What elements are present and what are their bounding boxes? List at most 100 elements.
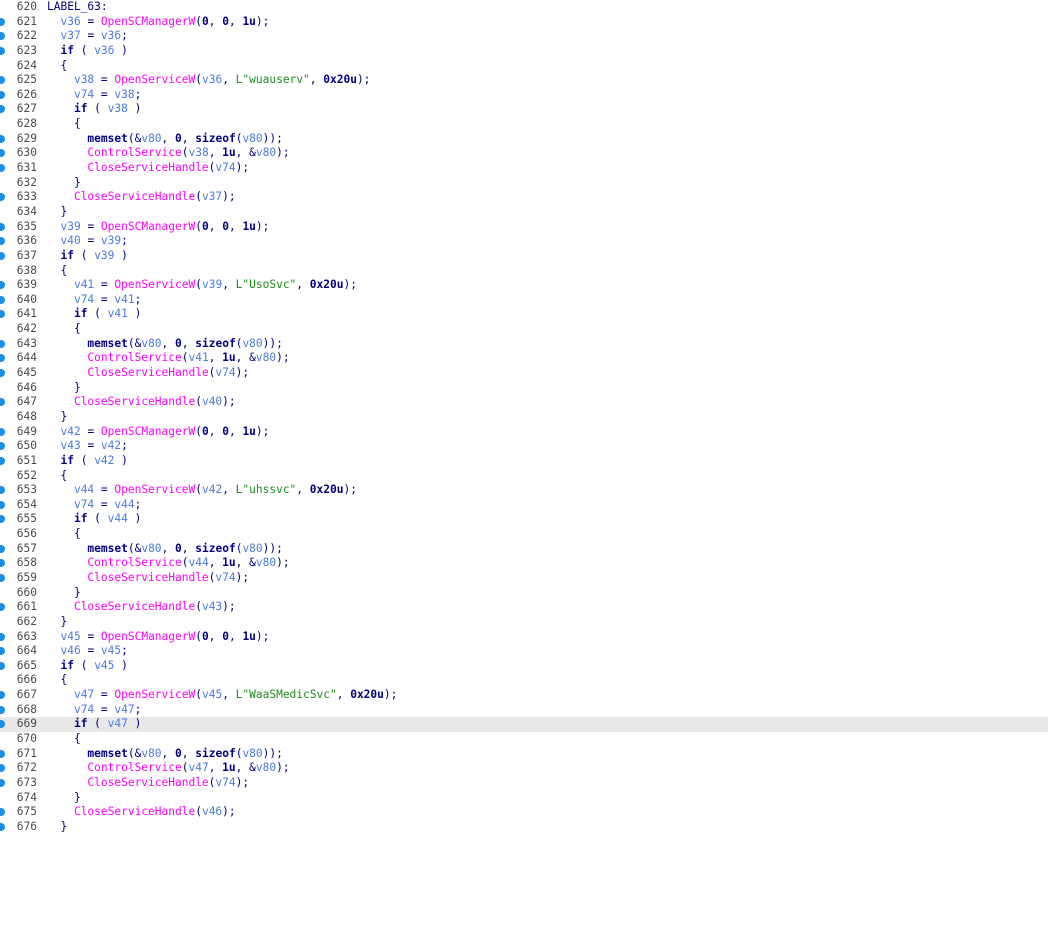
breakpoint-marker-icon[interactable]	[0, 442, 5, 451]
code-text[interactable]: {	[47, 59, 67, 74]
code-line[interactable]: 675 CloseServiceHandle(v46);	[0, 805, 1048, 820]
breakpoint-marker-icon[interactable]	[0, 105, 5, 114]
code-text[interactable]: {	[47, 264, 67, 279]
code-line[interactable]: 637 if ( v39 )	[0, 249, 1048, 264]
code-line[interactable]: 626 v74 = v38;	[0, 88, 1048, 103]
code-line[interactable]: 658 ControlService(v44, 1u, &v80);	[0, 556, 1048, 571]
code-line[interactable]: 634 }	[0, 205, 1048, 220]
breakpoint-marker-icon[interactable]	[0, 251, 5, 260]
code-line[interactable]: 663 v45 = OpenSCManagerW(0, 0, 1u);	[0, 630, 1048, 645]
code-line[interactable]: 651 if ( v42 )	[0, 454, 1048, 469]
code-text[interactable]: v36 = OpenSCManagerW(0, 0, 1u);	[47, 15, 269, 30]
breakpoint-marker-icon[interactable]	[0, 90, 5, 99]
code-text[interactable]: v37 = v36;	[47, 29, 127, 44]
code-text[interactable]: v45 = OpenSCManagerW(0, 0, 1u);	[47, 630, 269, 645]
code-line[interactable]: 633 CloseServiceHandle(v37);	[0, 190, 1048, 205]
code-text[interactable]: v42 = OpenSCManagerW(0, 0, 1u);	[47, 425, 269, 440]
code-line[interactable]: 623 if ( v36 )	[0, 44, 1048, 59]
code-line[interactable]: 654 v74 = v44;	[0, 498, 1048, 513]
code-text[interactable]: if ( v45 )	[47, 659, 127, 674]
code-line[interactable]: 676 }	[0, 820, 1048, 835]
code-text[interactable]: memset(&v80, 0, sizeof(v80));	[47, 337, 282, 352]
code-text[interactable]: v44 = OpenServiceW(v42, L"uhssvc", 0x20u…	[47, 483, 357, 498]
code-line[interactable]: 627 if ( v38 )	[0, 102, 1048, 117]
code-text[interactable]: if ( v47 )	[47, 717, 141, 732]
breakpoint-marker-icon[interactable]	[0, 369, 5, 378]
code-line[interactable]: 662 }	[0, 615, 1048, 630]
breakpoint-marker-icon[interactable]	[0, 295, 5, 304]
code-text[interactable]: {	[47, 322, 81, 337]
code-line[interactable]: 650 v43 = v42;	[0, 439, 1048, 454]
breakpoint-marker-icon[interactable]	[0, 544, 5, 553]
code-line[interactable]: 656 {	[0, 527, 1048, 542]
breakpoint-marker-icon[interactable]	[0, 164, 5, 173]
breakpoint-marker-icon[interactable]	[0, 456, 5, 465]
code-line[interactable]: 622 v37 = v36;	[0, 29, 1048, 44]
code-line[interactable]: 666 {	[0, 673, 1048, 688]
code-line[interactable]: 665 if ( v45 )	[0, 659, 1048, 674]
code-text[interactable]: {	[47, 469, 67, 484]
code-line[interactable]: 667 v47 = OpenServiceW(v45, L"WaaSMedicS…	[0, 688, 1048, 703]
code-text[interactable]: CloseServiceHandle(v46);	[47, 805, 236, 820]
breakpoint-marker-icon[interactable]	[0, 310, 5, 319]
code-line[interactable]: 648 }	[0, 410, 1048, 425]
breakpoint-marker-icon[interactable]	[0, 764, 5, 773]
breakpoint-marker-icon[interactable]	[0, 808, 5, 817]
code-line[interactable]: 621 v36 = OpenSCManagerW(0, 0, 1u);	[0, 15, 1048, 30]
code-line[interactable]: 660 }	[0, 586, 1048, 601]
code-line[interactable]: 628 {	[0, 117, 1048, 132]
code-line[interactable]: 640 v74 = v41;	[0, 293, 1048, 308]
breakpoint-marker-icon[interactable]	[0, 691, 5, 700]
breakpoint-marker-icon[interactable]	[0, 705, 5, 714]
breakpoint-marker-icon[interactable]	[0, 573, 5, 582]
breakpoint-marker-icon[interactable]	[0, 17, 5, 26]
code-line[interactable]: 629 memset(&v80, 0, sizeof(v80));	[0, 132, 1048, 147]
code-text[interactable]: v43 = v42;	[47, 439, 127, 454]
code-line[interactable]: 635 v39 = OpenSCManagerW(0, 0, 1u);	[0, 220, 1048, 235]
code-line[interactable]: 647 CloseServiceHandle(v40);	[0, 395, 1048, 410]
code-text[interactable]: v74 = v41;	[47, 293, 141, 308]
code-text[interactable]: v40 = v39;	[47, 234, 127, 249]
code-text[interactable]: {	[47, 732, 81, 747]
code-text[interactable]: }	[47, 615, 67, 630]
code-line[interactable]: 638 {	[0, 264, 1048, 279]
code-line[interactable]: 632 }	[0, 176, 1048, 191]
code-line[interactable]: 643 memset(&v80, 0, sizeof(v80));	[0, 337, 1048, 352]
breakpoint-marker-icon[interactable]	[0, 559, 5, 568]
code-text[interactable]: if ( v39 )	[47, 249, 127, 264]
code-line[interactable]: 630 ControlService(v38, 1u, &v80);	[0, 146, 1048, 161]
code-text[interactable]: {	[47, 527, 81, 542]
code-text[interactable]: v38 = OpenServiceW(v36, L"wuauserv", 0x2…	[47, 73, 370, 88]
breakpoint-marker-icon[interactable]	[0, 354, 5, 363]
code-text[interactable]: ControlService(v41, 1u, &v80);	[47, 351, 289, 366]
code-text[interactable]: v74 = v38;	[47, 88, 141, 103]
breakpoint-marker-icon[interactable]	[0, 398, 5, 407]
code-line[interactable]: 641 if ( v41 )	[0, 307, 1048, 322]
code-line[interactable]: 631 CloseServiceHandle(v74);	[0, 161, 1048, 176]
code-text[interactable]: ControlService(v38, 1u, &v80);	[47, 146, 289, 161]
code-text[interactable]: v41 = OpenServiceW(v39, L"UsoSvc", 0x20u…	[47, 278, 357, 293]
code-line[interactable]: 659 CloseServiceHandle(v74);	[0, 571, 1048, 586]
code-text[interactable]: }	[47, 586, 81, 601]
code-line[interactable]: 639 v41 = OpenServiceW(v39, L"UsoSvc", 0…	[0, 278, 1048, 293]
breakpoint-marker-icon[interactable]	[0, 193, 5, 202]
code-line[interactable]: 620 LABEL_63:	[0, 0, 1048, 15]
code-text[interactable]: if ( v44 )	[47, 512, 141, 527]
code-text[interactable]: if ( v42 )	[47, 454, 127, 469]
code-line[interactable]: 652 {	[0, 469, 1048, 484]
code-text[interactable]: CloseServiceHandle(v74);	[47, 571, 249, 586]
code-text[interactable]: }	[47, 176, 81, 191]
code-text[interactable]: v47 = OpenServiceW(v45, L"WaaSMedicSvc",…	[47, 688, 397, 703]
breakpoint-marker-icon[interactable]	[0, 603, 5, 612]
code-text[interactable]: if ( v36 )	[47, 44, 127, 59]
code-line[interactable]: 671 memset(&v80, 0, sizeof(v80));	[0, 747, 1048, 762]
breakpoint-marker-icon[interactable]	[0, 515, 5, 524]
breakpoint-marker-icon[interactable]	[0, 647, 5, 656]
breakpoint-marker-icon[interactable]	[0, 720, 5, 729]
code-text[interactable]: CloseServiceHandle(v40);	[47, 395, 236, 410]
code-text[interactable]: v74 = v44;	[47, 498, 141, 513]
code-text[interactable]: {	[47, 673, 67, 688]
code-text[interactable]: }	[47, 410, 67, 425]
code-line[interactable]: 661 CloseServiceHandle(v43);	[0, 600, 1048, 615]
code-line[interactable]: 674 }	[0, 791, 1048, 806]
